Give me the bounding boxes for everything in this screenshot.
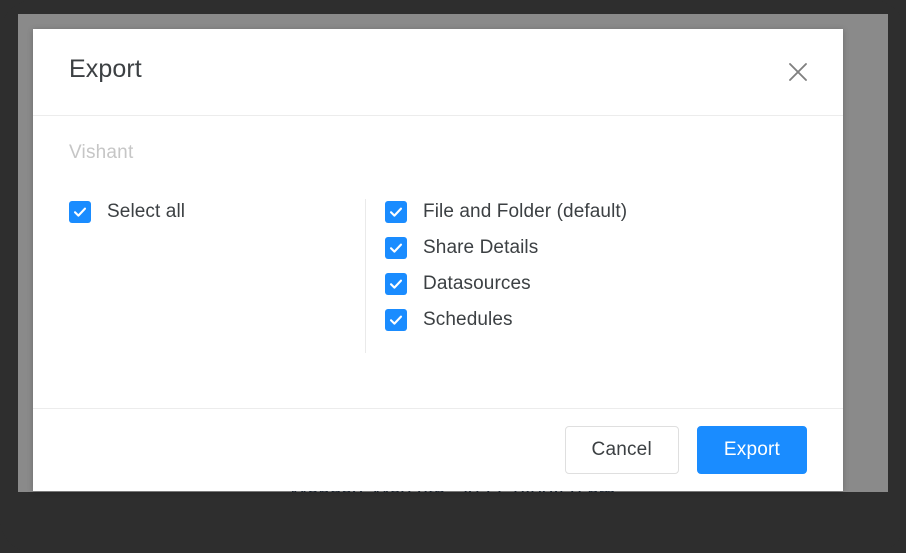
checkbox-share-details[interactable] [385,237,407,259]
check-icon [389,313,403,327]
check-icon [389,241,403,255]
export-options-column: File and Folder (default) Share Details [385,201,627,331]
close-button[interactable] [779,53,817,91]
checkbox-label-datasources: Datasources [423,273,531,294]
checkbox-label-share-details: Share Details [423,237,539,258]
dialog-title: Export [69,55,142,83]
column-divider [365,199,366,353]
owner-label: Vishant [69,142,134,163]
checkbox-row-datasources[interactable]: Datasources [385,273,531,295]
checkbox-row-select-all[interactable]: Select all [69,201,185,223]
dialog-footer: Cancel Export [33,409,843,491]
select-all-column: Select all [69,201,185,223]
dialog-body: Vishant Select all File and Folder (defa… [33,116,843,409]
checkbox-label-schedules: Schedules [423,309,513,330]
checkbox-row-file-and-folder[interactable]: File and Folder (default) [385,201,627,223]
checkbox-label-file-and-folder: File and Folder (default) [423,201,628,222]
checkbox-datasources[interactable] [385,273,407,295]
check-icon [73,205,87,219]
device-frame: Friday, February 24th, 2023, 12:18:17 pm… [0,0,906,553]
checkbox-label-select-all: Select all [107,201,186,222]
close-icon [787,61,809,83]
checkbox-row-share-details[interactable]: Share Details [385,237,538,259]
export-button[interactable]: Export [696,426,807,474]
checkbox-select-all[interactable] [69,201,91,223]
checkbox-file-and-folder[interactable] [385,201,407,223]
dialog-header: Export [33,29,843,116]
checkbox-schedules[interactable] [385,309,407,331]
check-icon [389,205,403,219]
checkbox-row-schedules[interactable]: Schedules [385,309,513,331]
export-dialog: Export Vishant Select all File and Folde… [33,29,843,491]
check-icon [389,277,403,291]
cancel-button[interactable]: Cancel [564,426,679,474]
